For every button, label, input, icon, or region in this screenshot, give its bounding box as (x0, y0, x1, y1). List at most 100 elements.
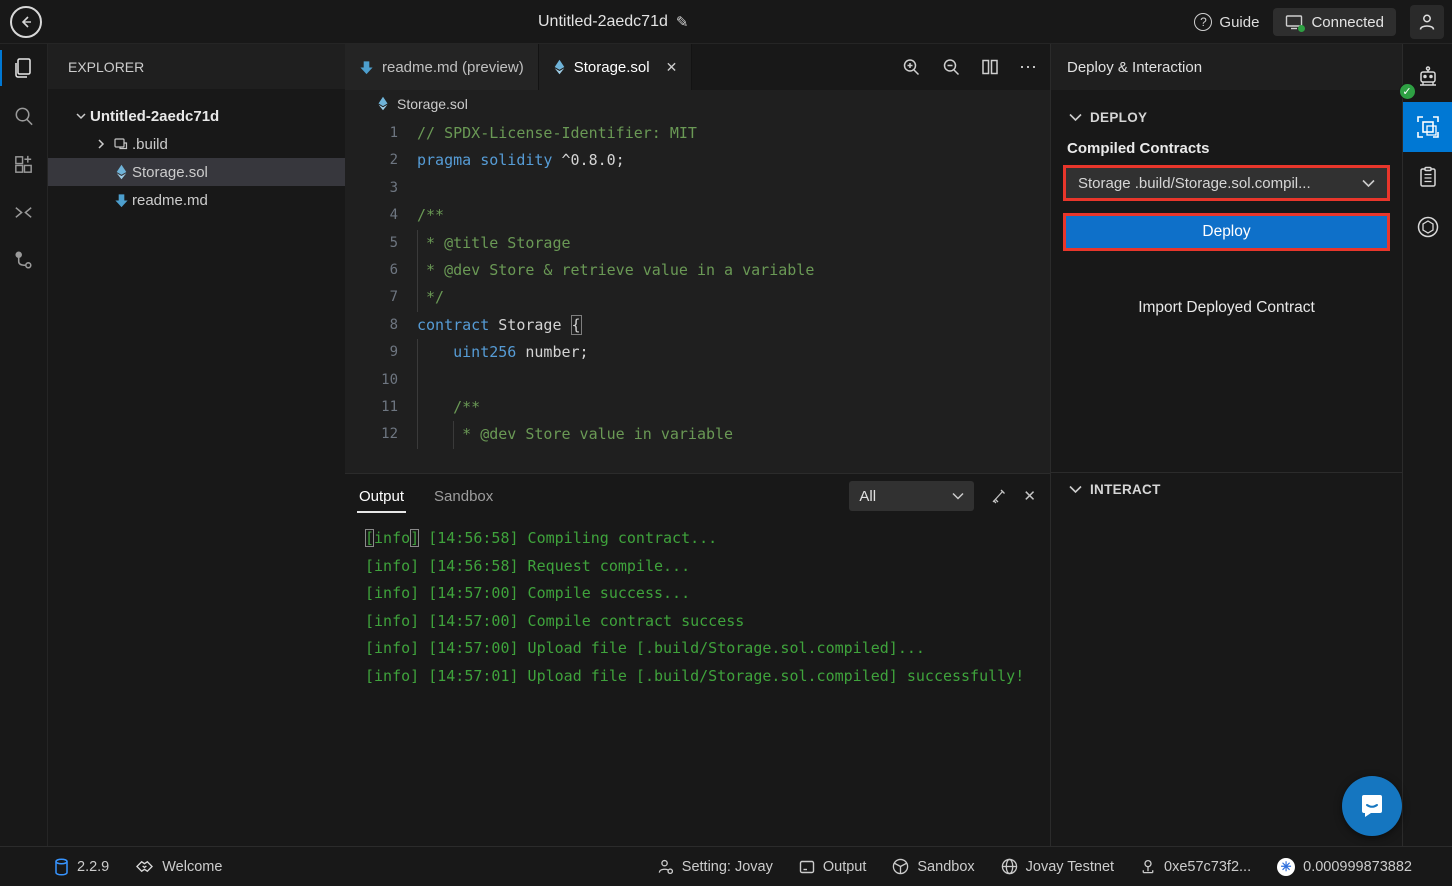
import-deployed-contract-link[interactable]: Import Deployed Contract (1051, 299, 1402, 317)
root-folder-label: Untitled-2aedc71d (90, 108, 219, 125)
readme-file-label: readme.md (132, 192, 208, 209)
guide-label: Guide (1219, 14, 1259, 31)
sandbox-label: Sandbox (917, 859, 974, 875)
interact-section-header[interactable]: INTERACT (1051, 474, 1402, 504)
contract-dropdown-annotation: Storage .build/Storage.sol.compil... (1063, 165, 1390, 201)
network-label: Jovay Testnet (1026, 859, 1114, 875)
compiled-contract-value: Storage .build/Storage.sol.compil... (1078, 175, 1311, 192)
chevron-down-icon (1069, 113, 1082, 122)
explorer-sidebar: EXPLORER Untitled-2aedc71d .build (48, 44, 345, 846)
output-item[interactable]: Output (799, 859, 867, 875)
close-icon[interactable]: ✕ (1023, 487, 1036, 505)
compiled-contract-dropdown[interactable]: Storage .build/Storage.sol.compil... (1066, 168, 1387, 198)
zoom-out-icon[interactable] (941, 57, 961, 77)
code-line[interactable]: 4/** (345, 202, 1050, 229)
chat-bubble-button[interactable] (1342, 776, 1402, 836)
activity-git-branch-icon[interactable] (0, 236, 48, 284)
clipboard-icon[interactable] (1403, 152, 1452, 202)
back-button[interactable] (10, 6, 42, 38)
panel-title: Deploy & Interaction (1051, 44, 1402, 90)
token-icon: ✳ (1277, 858, 1295, 876)
explorer-header: EXPLORER (48, 44, 345, 90)
code-line[interactable]: 8contract Storage { (345, 312, 1050, 339)
breadcrumb-file: Storage.sol (397, 96, 468, 112)
network-item[interactable]: Jovay Testnet (1001, 858, 1114, 875)
zoom-in-icon[interactable] (901, 57, 921, 77)
code-editor[interactable]: 1// SPDX-License-Identifier: MIT2pragma … (345, 117, 1050, 473)
tab-readme-preview[interactable]: readme.md (preview) (345, 44, 539, 90)
code-line[interactable]: 10 (345, 367, 1050, 394)
setting-item[interactable]: Setting: Jovay (657, 858, 773, 875)
activity-compare-chevrons-icon[interactable] (0, 188, 48, 236)
monitor-connected-icon (1285, 14, 1303, 30)
address-item[interactable]: 0xe57c73f2... (1140, 858, 1251, 875)
log-line: [info] [14:57:00] Compile success... (365, 580, 1050, 608)
check-badge-icon: ✓ (1399, 83, 1416, 100)
code-line[interactable]: 9 uint256 number; (345, 339, 1050, 366)
output-logs: [info] [14:56:58] Compiling contract...[… (345, 519, 1050, 691)
storage-file-label: Storage.sol (132, 164, 208, 181)
tree-item-readme[interactable]: readme.md (48, 186, 345, 214)
tab-label: readme.md (preview) (382, 59, 524, 76)
code-line[interactable]: 11 /** (345, 394, 1050, 421)
build-folder-label: .build (132, 136, 168, 153)
deploy-section-header[interactable]: DEPLOY (1051, 102, 1402, 132)
clear-output-icon[interactable] (990, 488, 1007, 505)
close-icon[interactable]: ✕ (666, 59, 678, 76)
right-activity-bar: ✓ (1402, 44, 1452, 846)
deploy-button[interactable]: Deploy (1066, 216, 1387, 248)
log-line: [info] [14:57:00] Compile contract succe… (365, 608, 1050, 636)
editor-group: readme.md (preview) Storage.sol ✕ (345, 44, 1050, 846)
log-line: [info] [14:57:01] Upload file [.build/St… (365, 663, 1050, 691)
question-circle-icon: ? (1194, 13, 1212, 31)
markdown-file-icon (110, 193, 132, 208)
output-panel: Output Sandbox All ✕ (345, 473, 1050, 846)
compiled-contracts-label: Compiled Contracts (1051, 140, 1402, 157)
code-line[interactable]: 6 * @dev Store & retrieve value in a var… (345, 257, 1050, 284)
tab-sandbox[interactable]: Sandbox (432, 474, 495, 519)
guide-button[interactable]: ? Guide (1194, 13, 1259, 31)
log-filter-dropdown[interactable]: All (849, 481, 974, 511)
tree-item-build[interactable]: .build (48, 130, 345, 158)
tree-item-storage[interactable]: Storage.sol (48, 158, 345, 186)
activity-extensions-icon[interactable] (0, 140, 48, 188)
chat-bubble-icon (1357, 791, 1387, 821)
code-line[interactable]: 3 (345, 175, 1050, 202)
code-lines: 1// SPDX-License-Identifier: MIT2pragma … (345, 120, 1050, 449)
activity-search-icon[interactable] (0, 92, 48, 140)
code-line[interactable]: 12 * @dev Store value in variable (345, 421, 1050, 448)
split-editor-icon[interactable] (981, 58, 999, 76)
code-line[interactable]: 5 * @title Storage (345, 230, 1050, 257)
output-window-icon (799, 859, 815, 875)
code-line[interactable]: 2pragma solidity ^0.8.0; (345, 147, 1050, 174)
more-ellipsis-icon[interactable]: ⋯ (1019, 57, 1038, 78)
openai-swirl-icon[interactable] (1403, 202, 1452, 252)
log-line: [info] [14:57:00] Upload file [.build/St… (365, 635, 1050, 663)
version-item[interactable]: 2.2.9 (54, 858, 109, 876)
tree-root[interactable]: Untitled-2aedc71d (48, 102, 345, 130)
handshake-icon (135, 858, 154, 875)
tab-output[interactable]: Output (357, 474, 406, 519)
tab-storage-sol[interactable]: Storage.sol ✕ (539, 44, 693, 90)
chevron-down-icon (72, 110, 90, 122)
chevron-down-icon (1069, 485, 1082, 494)
log-line: [info] [14:56:58] Request compile... (365, 553, 1050, 581)
interact-section-label: INTERACT (1090, 482, 1161, 497)
welcome-item[interactable]: Welcome (135, 858, 222, 875)
balance-item[interactable]: ✳ 0.000999873882 (1277, 858, 1412, 876)
edit-pencil-icon[interactable]: ✎ (676, 13, 689, 31)
sandbox-item[interactable]: Sandbox (892, 858, 974, 875)
user-avatar-icon[interactable] (1410, 5, 1444, 39)
code-line[interactable]: 7 */ (345, 284, 1050, 311)
breadcrumb[interactable]: Storage.sol (345, 90, 1050, 117)
code-line[interactable]: 1// SPDX-License-Identifier: MIT (345, 120, 1050, 147)
balance-label: 0.000999873882 (1303, 859, 1412, 875)
database-icon (54, 858, 69, 876)
connected-button[interactable]: Connected (1273, 8, 1396, 36)
solidity-ethereum-icon (553, 59, 566, 75)
deploy-frame-icon[interactable] (1403, 102, 1452, 152)
deploy-button-annotation: Deploy (1063, 213, 1390, 251)
robot-assistant-icon[interactable]: ✓ (1403, 52, 1452, 102)
activity-files-icon[interactable] (0, 44, 48, 92)
editor-tab-bar: readme.md (preview) Storage.sol ✕ (345, 44, 1050, 90)
